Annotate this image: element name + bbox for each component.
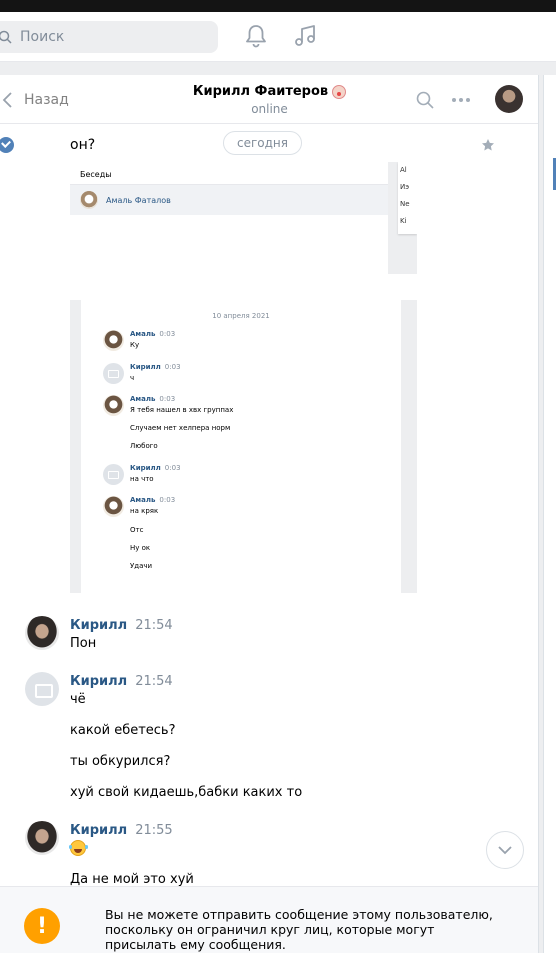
menu-item: Иэ <box>400 183 410 191</box>
message-text: он? <box>70 137 96 153</box>
message-line: Отс <box>130 526 144 534</box>
conversation-row: Амаль Фаталов <box>70 184 388 215</box>
message-text: чё <box>70 692 86 707</box>
check-icon[interactable] <box>0 137 14 153</box>
message-text: Пон <box>70 636 97 651</box>
screenshot-date: 10 апреля 2021 <box>212 312 270 320</box>
message-line: Ку <box>130 341 140 349</box>
message-sender[interactable]: Кирилл 21:54 <box>70 674 173 689</box>
attached-screenshot-conversations[interactable]: Беседы Амаль Фаталов Al Иэ Ne Ki <box>70 162 417 274</box>
write-restriction-notice: ! Вы не можете отправить сообщение этому… <box>0 886 538 953</box>
laughing-emoji-icon <box>69 840 86 856</box>
sender: Амаль 0:03 <box>130 496 176 504</box>
message-text: Да не мой это хуй <box>70 872 194 887</box>
scroll-down-button[interactable] <box>486 831 524 869</box>
menu-item: Ne <box>400 200 410 208</box>
message-line: Удачи <box>130 562 153 570</box>
bell-icon[interactable] <box>244 23 268 49</box>
avatar <box>80 191 98 209</box>
warning-text: Вы не можете отправить сообщение этому п… <box>105 907 493 952</box>
avatar <box>103 496 124 517</box>
message-line: на кряк <box>130 507 159 515</box>
date-pill: сегодня <box>223 131 302 155</box>
menu-item: Ki <box>400 217 407 225</box>
message-text: какой ебетесь? <box>70 723 176 738</box>
attached-screenshot-chat[interactable]: 10 апреля 2021 Амаль 0:03 Ку Кирилл 0:03 ч… <box>70 300 417 593</box>
message-line: Ну ок <box>130 544 151 552</box>
conversations-title: Беседы <box>80 170 112 179</box>
chat-panel: Назад Кирилл Фаитеров online он? сегодня… <box>0 75 539 953</box>
menu-card: Al Иэ Ne Ki <box>398 162 417 234</box>
menu-strip: Al Иэ Ne Ki <box>388 162 417 274</box>
camera-avatar-icon[interactable] <box>25 672 59 706</box>
message-line: на что <box>130 475 154 483</box>
avatar[interactable] <box>25 821 59 855</box>
search-input[interactable]: Поиск <box>0 21 218 53</box>
message-sender[interactable]: Кирилл 21:55 <box>70 823 173 838</box>
sender: Кирилл 0:03 <box>130 464 181 472</box>
warning-icon: ! <box>24 908 60 944</box>
avatar[interactable] <box>25 616 59 650</box>
message-line: Случаем нет хелпера норм <box>130 424 231 432</box>
conversations-column: Беседы Амаль Фаталов <box>70 162 388 274</box>
sender: Амаль 0:03 <box>130 395 176 403</box>
chevron-down-icon <box>498 846 512 855</box>
peer-name: Кирилл Фаитеров <box>192 84 329 99</box>
message-text: ты обкурился? <box>70 754 171 769</box>
search-icon <box>0 30 12 44</box>
conversation-name: Амаль Фаталов <box>106 195 171 205</box>
screenshot-chat-area: 10 апреля 2021 Амаль 0:03 Ку Кирилл 0:03 ч… <box>81 300 401 593</box>
camera-avatar-icon <box>103 464 124 485</box>
site-header: Поиск <box>0 12 556 62</box>
sender: Кирилл 0:03 <box>130 363 181 371</box>
more-icon[interactable] <box>451 91 471 109</box>
message-text: хуй свой кидаешь,бабки каких то <box>70 785 303 800</box>
message-line: Любого <box>130 442 158 450</box>
clown-emoji-icon <box>332 84 347 99</box>
menu-item: Al <box>400 166 407 174</box>
avatar <box>103 395 124 416</box>
search-placeholder: Поиск <box>20 29 65 45</box>
browser-top-bar <box>0 0 556 12</box>
message-line: ч <box>130 374 135 382</box>
music-icon[interactable] <box>292 23 318 49</box>
search-icon[interactable] <box>416 91 434 109</box>
avatar <box>103 330 124 351</box>
camera-avatar-icon <box>103 363 124 384</box>
peer-avatar[interactable] <box>495 85 523 113</box>
message-sender[interactable]: Кирилл 21:54 <box>70 618 173 633</box>
chat-header: Назад Кирилл Фаитеров online <box>0 75 538 124</box>
right-sidebar-edge <box>543 75 556 953</box>
star-icon[interactable] <box>481 138 495 152</box>
message-line: Я тебя нашел в хвх группах <box>130 406 234 414</box>
sender: Амаль 0:03 <box>130 330 176 338</box>
